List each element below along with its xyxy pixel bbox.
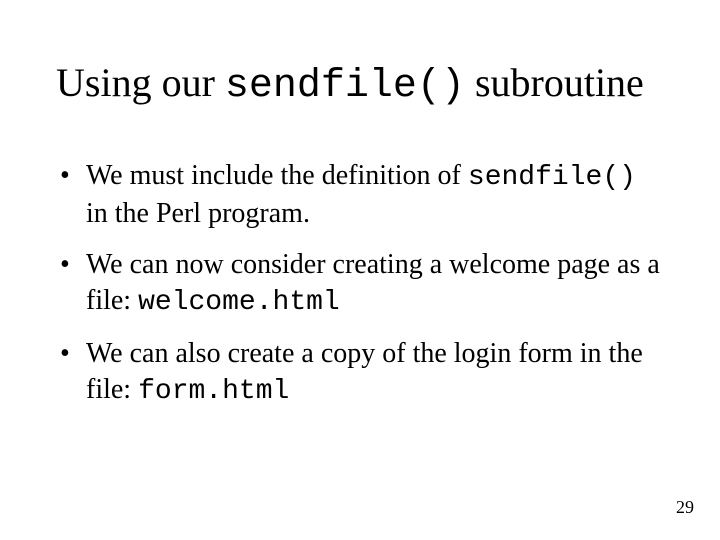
- bullet-list: We must include the definition of sendfi…: [56, 158, 664, 410]
- bullet-text: We must include the definition of: [86, 160, 468, 191]
- list-item: We must include the definition of sendfi…: [56, 158, 664, 233]
- bullet-text: in the Perl program.: [86, 198, 310, 229]
- list-item: We can now consider creating a welcome p…: [56, 247, 664, 322]
- bullet-code: welcome.html: [138, 287, 340, 318]
- page-number: 29: [676, 497, 694, 518]
- bullet-code: form.html: [138, 376, 289, 407]
- bullet-code: sendfile(): [468, 162, 636, 193]
- title-text-2: subroutine: [465, 60, 644, 105]
- title-text-1: Using our: [56, 60, 225, 105]
- slide: Using our sendfile() subroutine We must …: [0, 0, 720, 540]
- title-code: sendfile(): [225, 64, 465, 109]
- slide-title: Using our sendfile() subroutine: [56, 60, 664, 110]
- list-item: We can also create a copy of the login f…: [56, 336, 664, 411]
